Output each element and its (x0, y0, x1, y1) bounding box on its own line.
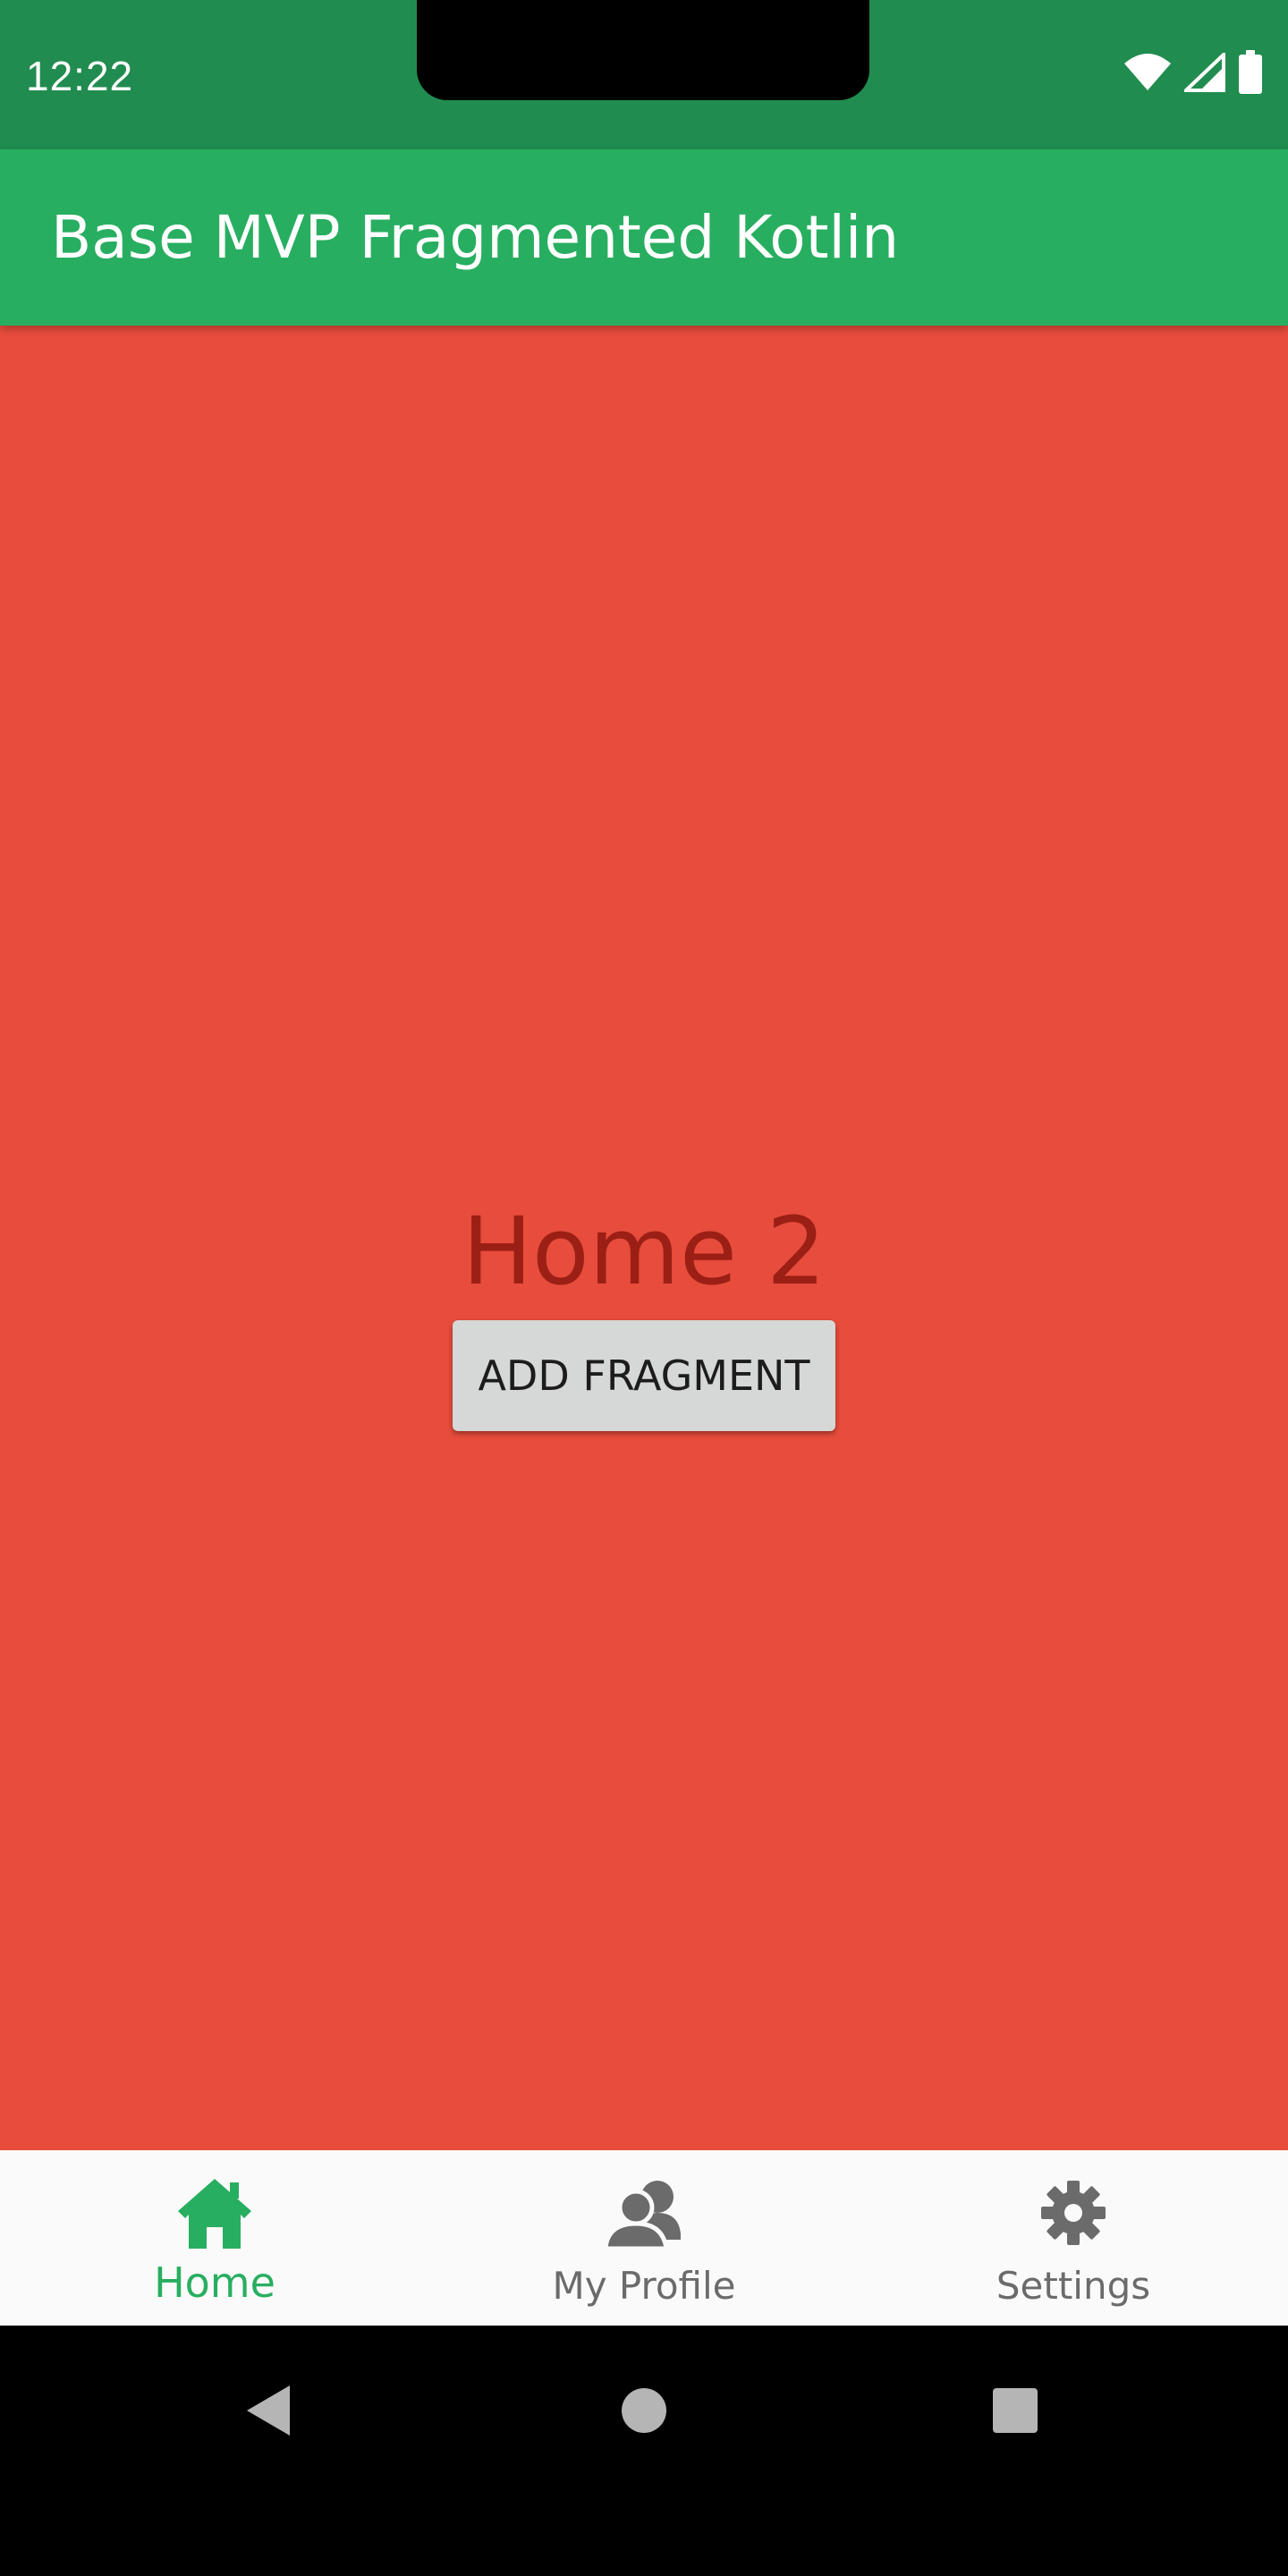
nav-label-home: Home (154, 2258, 275, 2307)
fragment-heading: Home 2 (462, 1197, 826, 1306)
status-time: 12:22 (26, 53, 134, 99)
fragment-content: Home 2 ADD FRAGMENT (0, 326, 1288, 2150)
add-fragment-button[interactable]: ADD FRAGMENT (453, 1320, 835, 1431)
nav-label-my-profile: My Profile (552, 2264, 736, 2308)
profile-icon (601, 2170, 687, 2256)
recents-icon[interactable] (966, 2361, 1064, 2460)
home-circle-icon[interactable] (595, 2361, 693, 2460)
nav-item-home[interactable]: Home (0, 2150, 429, 2326)
back-icon[interactable] (219, 2361, 318, 2460)
gear-icon (1030, 2170, 1116, 2256)
status-bar: 12:22 (0, 0, 1288, 149)
nav-item-settings[interactable]: Settings (859, 2150, 1288, 2326)
bottom-navigation: Home My Profile Settings (0, 2150, 1288, 2326)
cell-signal-icon (1182, 50, 1225, 96)
nav-item-my-profile[interactable]: My Profile (429, 2150, 859, 2326)
nav-label-settings: Settings (996, 2264, 1151, 2308)
wifi-icon (1123, 53, 1172, 96)
camera-notch (417, 0, 869, 100)
home-icon (172, 2170, 258, 2256)
app-title: Base MVP Fragmented Kotlin (51, 203, 900, 272)
app-bar: Base MVP Fragmented Kotlin (0, 149, 1288, 326)
status-icons (1123, 50, 1263, 98)
battery-icon (1238, 50, 1263, 98)
